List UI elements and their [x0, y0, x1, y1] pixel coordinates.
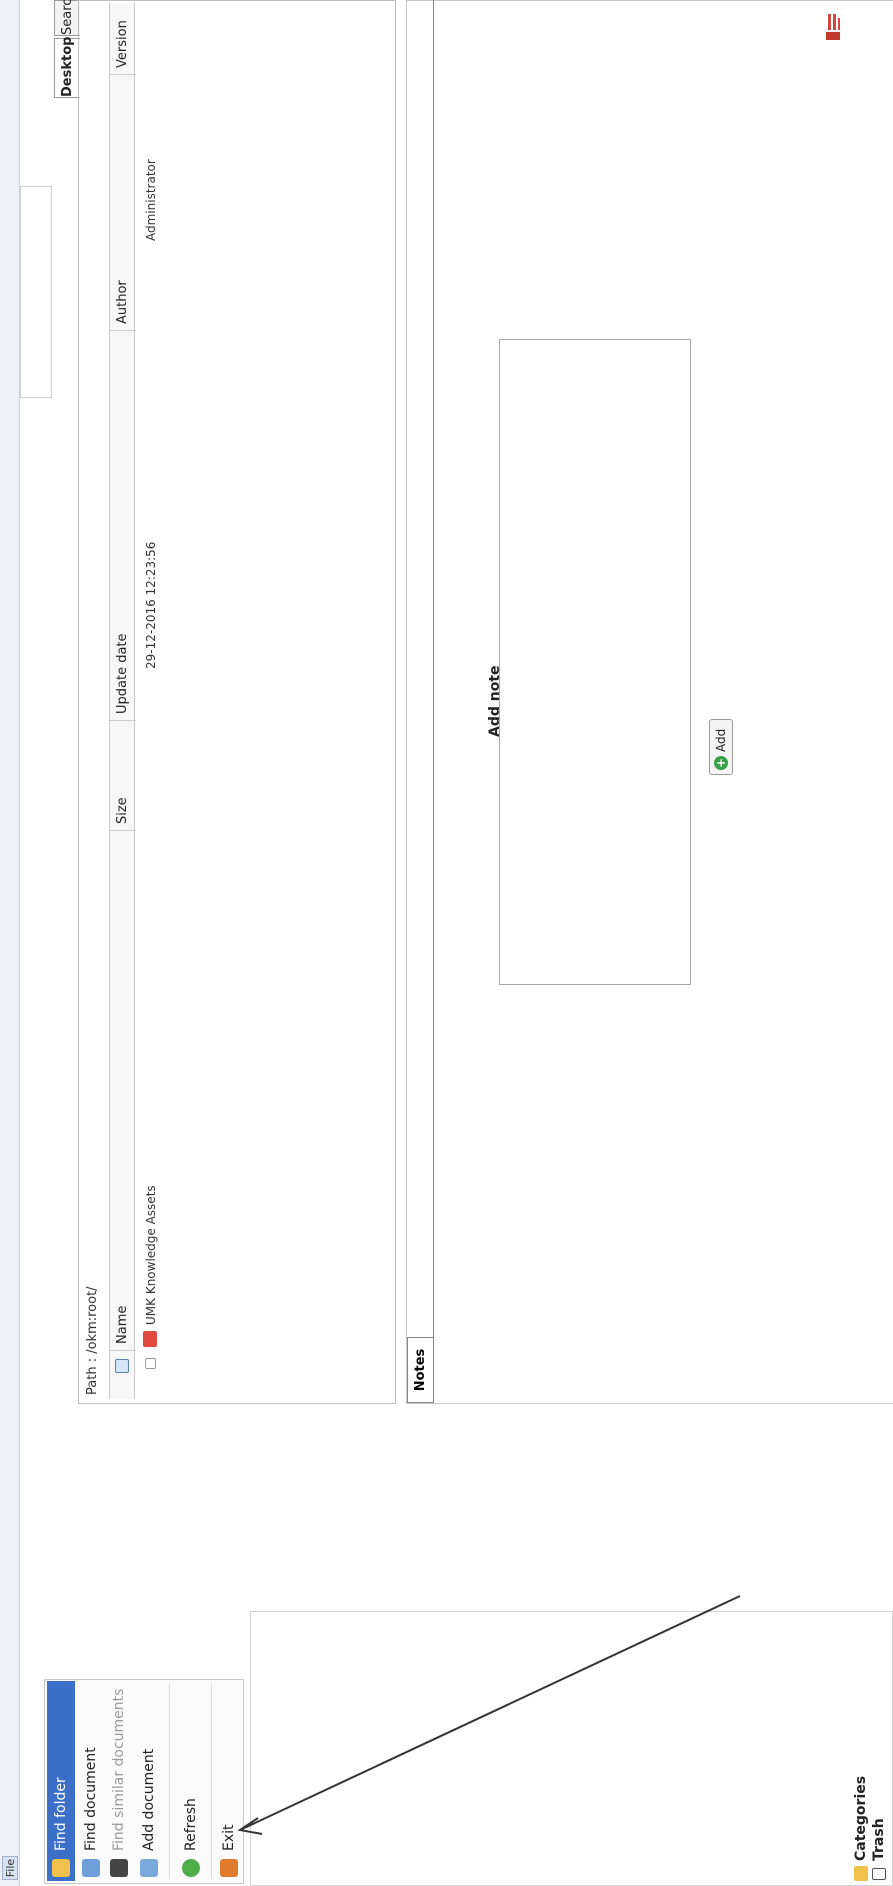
- table-header: Name Size Update date Author Version: [109, 3, 136, 1399]
- notes-tab-divider: [433, 0, 434, 1403]
- menu-item-find-document[interactable]: Find document: [77, 1681, 105, 1881]
- tab-notes[interactable]: Notes: [407, 1337, 433, 1403]
- notes-panel: Notes Add note + Add: [406, 0, 893, 1404]
- app-window: File Desktop Search Find folder Find doc…: [0, 0, 893, 1886]
- exit-icon: [220, 1859, 238, 1877]
- menu-item-exit[interactable]: Exit: [215, 1681, 243, 1881]
- row-author: Administrator: [144, 159, 158, 241]
- binoculars-icon: [110, 1859, 128, 1877]
- document-search-icon: [82, 1859, 100, 1877]
- add-note-button[interactable]: + Add: [709, 719, 733, 775]
- menu-bar: File: [0, 0, 20, 1886]
- add-button-label: Add: [714, 728, 728, 752]
- note-textarea[interactable]: [499, 339, 691, 985]
- trash-item[interactable]: Trash: [871, 1615, 889, 1885]
- categories-item[interactable]: Categories: [853, 1615, 871, 1885]
- row-checkbox[interactable]: [145, 1358, 156, 1369]
- menu-item-find-similar: Find similar documents: [105, 1681, 133, 1881]
- add-icon: +: [714, 756, 728, 770]
- row-name: UMK Knowledge Assets: [144, 1185, 158, 1325]
- file-dropdown-menu: Find folder Find document Find similar d…: [44, 1679, 244, 1884]
- column-author[interactable]: Author: [110, 75, 136, 331]
- tab-search[interactable]: Search: [54, 0, 80, 36]
- folder-search-icon: [52, 1859, 70, 1877]
- table-row[interactable]: UMK Knowledge Assets 29-12-2016 12:23:56…: [139, 3, 163, 1399]
- folder-icon: [143, 1331, 157, 1347]
- select-all-icon[interactable]: [115, 1359, 129, 1373]
- tab-desktop[interactable]: Desktop: [54, 37, 80, 98]
- add-document-icon: [140, 1859, 158, 1877]
- trash-icon: [872, 1868, 886, 1880]
- column-version[interactable]: Version: [110, 3, 136, 75]
- trash-label: Trash: [871, 1818, 887, 1861]
- file-menu[interactable]: File: [2, 1856, 18, 1880]
- row-update-date: 29-12-2016 12:23:56: [144, 541, 158, 669]
- menu-separator: [211, 1683, 212, 1879]
- menu-item-refresh[interactable]: Refresh: [177, 1681, 205, 1881]
- categories-icon: [854, 1866, 868, 1881]
- column-size[interactable]: Size: [110, 721, 136, 831]
- top-search-input[interactable]: [20, 186, 52, 398]
- menu-item-find-folder[interactable]: Find folder: [47, 1681, 75, 1881]
- column-update-date[interactable]: Update date: [110, 331, 136, 721]
- categories-label: Categories: [853, 1775, 869, 1861]
- file-browser-panel: Path : /okm:root/ Name Size Update date …: [78, 0, 396, 1404]
- column-name[interactable]: Name: [110, 831, 136, 1351]
- menu-separator: [169, 1683, 170, 1879]
- path-label: Path : /okm:root/: [85, 1286, 100, 1395]
- navigation-panel: Categories Trash: [250, 1611, 893, 1886]
- menu-item-add-document[interactable]: Add document: [135, 1681, 163, 1881]
- refresh-icon: [182, 1859, 200, 1877]
